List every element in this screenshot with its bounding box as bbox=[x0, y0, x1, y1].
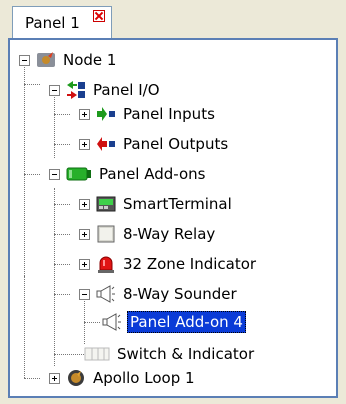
tree-item-node-1[interactable]: Node 1 bbox=[36, 48, 118, 72]
input-arrow-icon bbox=[96, 104, 116, 124]
tree-line bbox=[54, 294, 70, 295]
tree-item-panel-inputs[interactable]: Panel Inputs bbox=[96, 102, 217, 126]
tree-item-label: 8-Way Sounder bbox=[123, 285, 237, 303]
tree-item-label: Panel Add-ons bbox=[99, 165, 206, 183]
tree-line bbox=[24, 276, 25, 378]
tree-line bbox=[54, 188, 55, 366]
tree-item-switch-indicator[interactable]: Switch & Indicator bbox=[84, 342, 256, 366]
tree-item-8-way-sounder[interactable]: 8-Way Sounder bbox=[96, 282, 239, 306]
expand-toggle[interactable] bbox=[79, 109, 90, 120]
tree-line bbox=[24, 378, 40, 379]
node-icon bbox=[36, 50, 56, 70]
tree-item-label: Panel I/O bbox=[93, 81, 160, 99]
output-arrow-icon bbox=[96, 134, 116, 154]
tree-item-label: 8-Way Relay bbox=[123, 225, 216, 243]
expand-toggle[interactable] bbox=[49, 373, 60, 384]
tree-item-8-way-relay[interactable]: 8-Way Relay bbox=[96, 222, 217, 246]
tree-line bbox=[54, 234, 70, 235]
tree-item-label: Panel Add-on 4 bbox=[127, 311, 246, 333]
collapse-toggle[interactable] bbox=[49, 169, 60, 180]
tree-item-label: Panel Outputs bbox=[123, 135, 229, 153]
tree-view[interactable]: Node 1 Panel I/O Panel Inputs Panel Outp… bbox=[8, 38, 338, 398]
switch-module-icon bbox=[84, 344, 110, 364]
tab-label: Panel 1 bbox=[25, 14, 80, 32]
tree-line bbox=[54, 264, 70, 265]
terminal-icon bbox=[96, 194, 116, 214]
tree-line bbox=[54, 144, 70, 145]
tab-panel-1[interactable]: Panel 1 bbox=[12, 6, 112, 38]
tree-item-label: 32 Zone Indicator bbox=[123, 255, 257, 273]
tree-item-panel-io[interactable]: Panel I/O bbox=[66, 78, 162, 102]
sounder-icon bbox=[96, 284, 116, 304]
tree-item-32-zone-indicator[interactable]: 32 Zone Indicator bbox=[96, 252, 258, 276]
tree-line bbox=[54, 354, 84, 355]
tree-line bbox=[54, 90, 55, 158]
expand-toggle[interactable] bbox=[79, 229, 90, 240]
expand-toggle[interactable] bbox=[79, 199, 90, 210]
tree-line bbox=[24, 84, 40, 85]
panel-io-icon bbox=[66, 80, 86, 100]
tree-item-smartterminal[interactable]: SmartTerminal bbox=[96, 192, 234, 216]
tree-line bbox=[54, 114, 70, 115]
tree-item-label: Node 1 bbox=[63, 51, 117, 69]
expand-toggle[interactable] bbox=[79, 139, 90, 150]
collapse-toggle[interactable] bbox=[19, 55, 30, 66]
collapse-toggle[interactable] bbox=[79, 289, 90, 300]
tree-item-panel-addon-4[interactable]: Panel Add-on 4 bbox=[102, 310, 246, 334]
tree-line bbox=[54, 204, 70, 205]
tree-item-apollo-loop-1[interactable]: Apollo Loop 1 bbox=[66, 366, 197, 390]
addon-module-icon bbox=[66, 164, 92, 184]
close-icon[interactable] bbox=[93, 10, 105, 22]
expand-toggle[interactable] bbox=[79, 259, 90, 270]
red-beacon-icon bbox=[96, 254, 116, 274]
tree-line bbox=[84, 322, 100, 323]
tree-line bbox=[24, 60, 25, 276]
tree-line bbox=[24, 174, 40, 175]
collapse-toggle[interactable] bbox=[49, 85, 60, 96]
tree-line bbox=[84, 298, 85, 344]
tree-item-panel-outputs[interactable]: Panel Outputs bbox=[96, 132, 230, 156]
tree-item-label: Apollo Loop 1 bbox=[93, 369, 195, 387]
tree-item-label: Panel Inputs bbox=[123, 105, 215, 123]
sounder-icon bbox=[102, 312, 122, 332]
tree-item-panel-addons[interactable]: Panel Add-ons bbox=[66, 162, 207, 186]
relay-icon bbox=[96, 224, 116, 244]
tree-item-label: Switch & Indicator bbox=[117, 345, 255, 363]
loop-icon bbox=[66, 368, 86, 388]
tree-item-label: SmartTerminal bbox=[123, 195, 232, 213]
tab-bar: Panel 1 bbox=[0, 0, 346, 40]
